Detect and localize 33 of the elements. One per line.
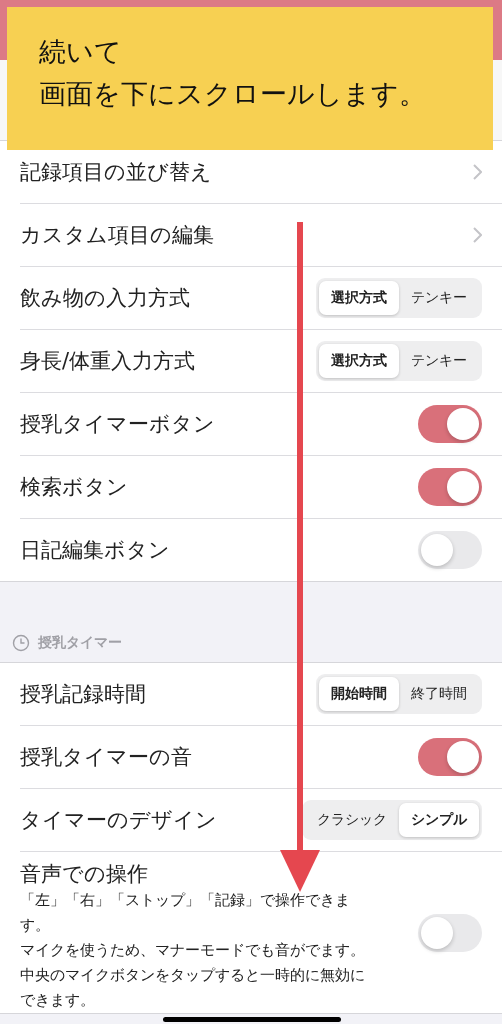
toggle-switch[interactable] [418,913,482,952]
row-description: 「左」「右」「ストップ」「記録」で操作できます。 [20,890,351,936]
row-label: 授乳タイマーボタン [20,411,215,438]
row-label: 授乳タイマーの音 [20,744,192,771]
segment-option[interactable]: テンキー [399,281,479,315]
segment-option[interactable]: 終了時間 [399,677,479,711]
row-label: 音声での操作 [20,861,149,888]
row-label: 記録項目の並び替え [20,159,212,186]
chevron-icon [472,227,482,243]
clock-icon [12,634,30,652]
chevron-icon [472,164,482,180]
section-header: 授乳タイマー [38,634,122,652]
segment-option[interactable]: 選択方式 [319,281,399,315]
toggle-switch[interactable] [418,531,482,569]
segment-option[interactable]: クラシック [305,803,399,837]
segment-option[interactable]: テンキー [399,344,479,378]
callout-text: 画面を下にスクロールします。 [39,77,427,111]
segment-option[interactable]: シンプル [399,803,479,837]
toggle-switch[interactable] [418,405,482,443]
row-description: マイクを使うため、マナーモードでも音がでます。 [20,940,366,961]
row-label: タイマーのデザイン [20,807,217,834]
row-label: 授乳記録時間 [20,681,146,708]
row-description: 中央のマイクボタンをタップすると一時的に無効にできます。 [20,965,366,1011]
row-label: 身長/体重入力方式 [20,348,196,375]
row-label: カスタム項目の編集 [20,222,214,249]
segment-option[interactable]: 開始時間 [319,677,399,711]
segment-option[interactable]: 選択方式 [319,344,399,378]
callout-text: 続いて [39,35,123,69]
toggle-switch[interactable] [418,468,482,506]
row-label: 日記編集ボタン [20,537,170,564]
row-label: 飲み物の入力方式 [20,285,190,312]
toggle-switch[interactable] [418,738,482,776]
row-label: 検索ボタン [20,474,128,501]
